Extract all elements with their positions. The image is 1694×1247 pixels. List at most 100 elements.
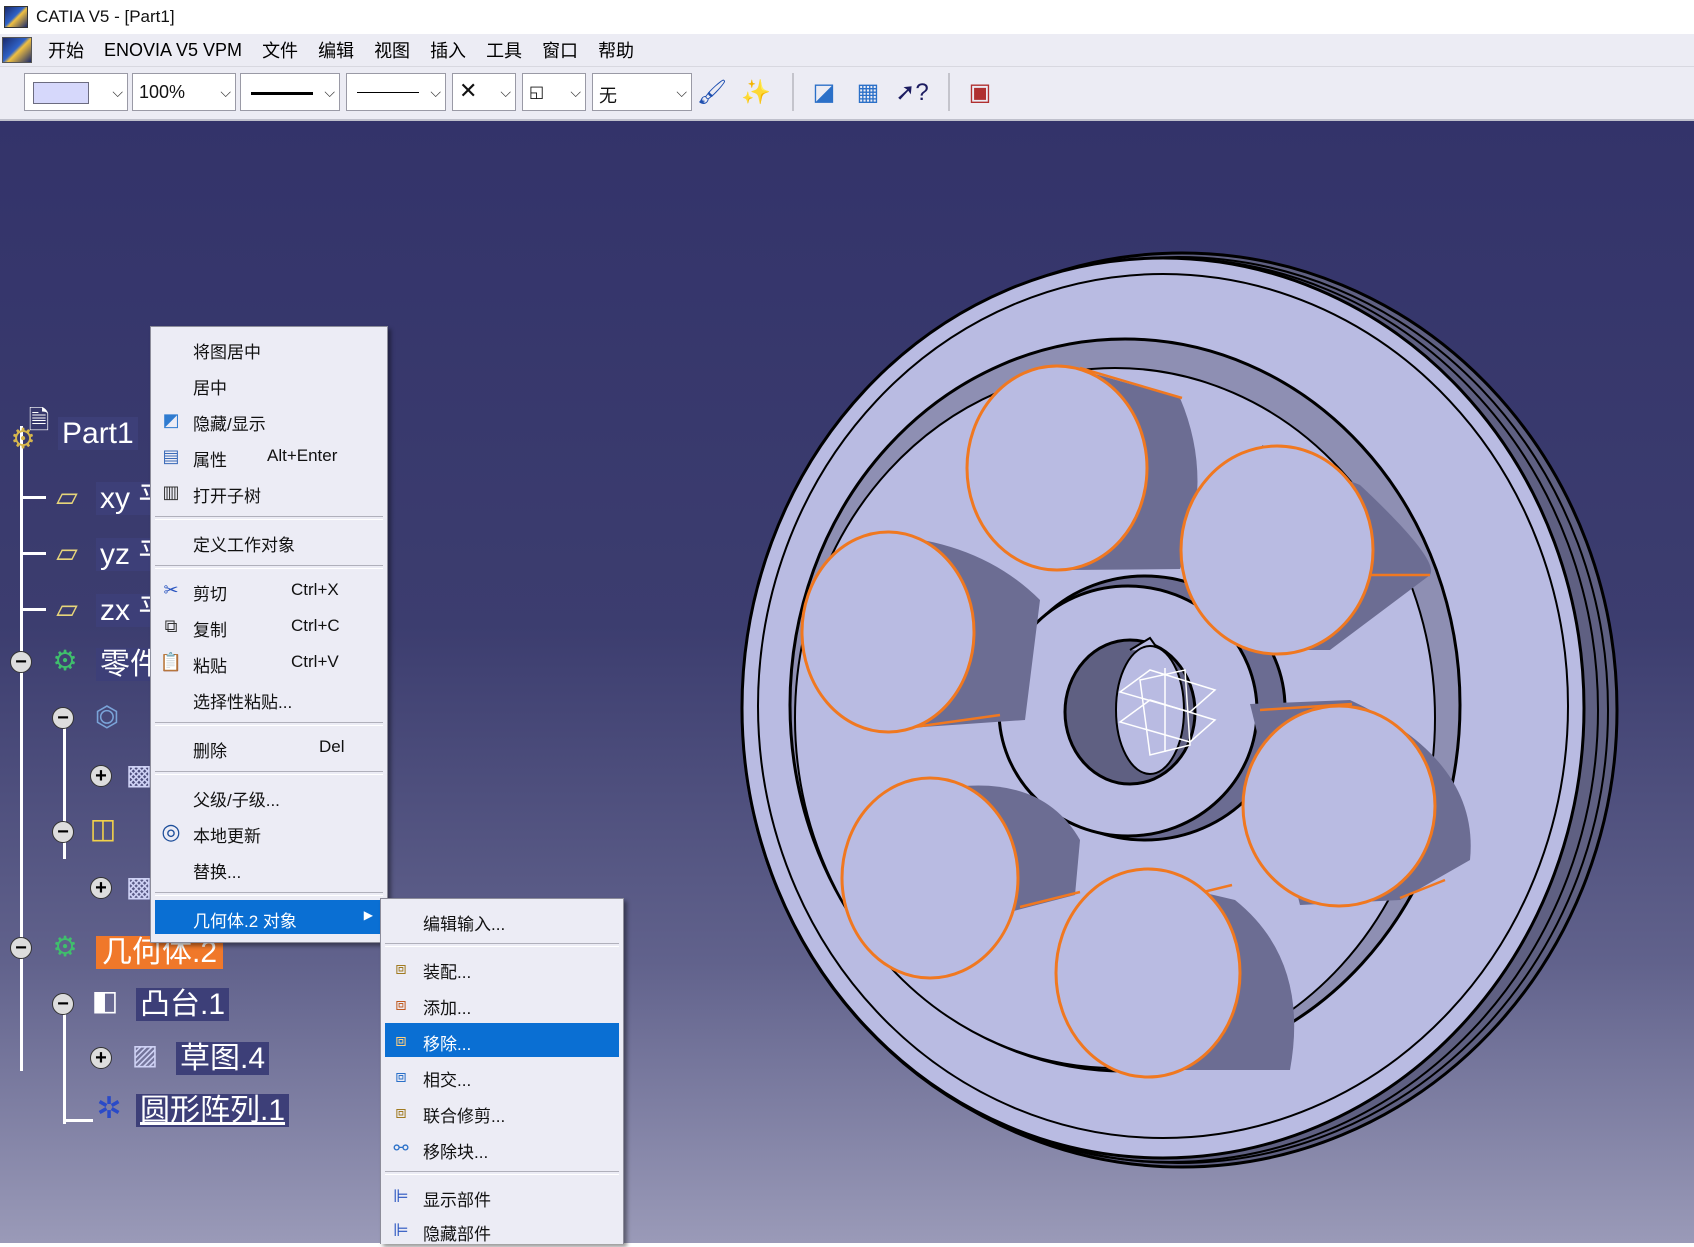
menu-item-properties[interactable]: ▤ 属性 Alt+Enter: [155, 439, 383, 473]
submenu-item-add[interactable]: ⧈ 添加...: [385, 987, 619, 1021]
magic-wand-icon[interactable]: ✨: [738, 75, 774, 109]
plane-icon: ▱: [56, 592, 78, 624]
point-symbol-icon: ✕: [459, 78, 478, 103]
tree-root-part1[interactable]: Part1: [58, 417, 138, 451]
tree-circular-pattern[interactable]: 圆形阵列.1: [136, 1085, 290, 1129]
hide-show-icon: ◩: [162, 410, 180, 430]
menu-item-paste-special[interactable]: 选择性粘贴...: [155, 681, 383, 715]
chevron-down-icon: ⌵: [324, 84, 335, 100]
context-menu: 将图居中 居中 ◩ 隐藏/显示 ▤ 属性 Alt+Enter ▥ 打开子树 定义工作对象…: [150, 326, 388, 943]
painter-icon[interactable]: 🖌: [694, 75, 730, 109]
catia-app-icon: [4, 6, 28, 28]
line-type-combo[interactable]: ⌵: [346, 73, 446, 111]
menu-view[interactable]: 视图: [366, 37, 422, 63]
transparency-combo[interactable]: 100% ⌵: [132, 73, 236, 111]
menu-start[interactable]: 开始: [40, 37, 96, 63]
collapse-icon[interactable]: −: [52, 707, 74, 729]
submenu-item-remove[interactable]: ⧈ 移除...: [385, 1023, 619, 1057]
circular-pattern-icon: ✲: [96, 1091, 122, 1125]
chevron-down-icon: ⌵: [676, 84, 687, 100]
local-update-icon: ◎: [161, 819, 181, 844]
submenu-item-remove-lump[interactable]: ⚯ 移除块...: [385, 1131, 619, 1165]
menu-edit[interactable]: 编辑: [310, 37, 366, 63]
expand-icon[interactable]: +: [90, 877, 112, 899]
menu-item-copy[interactable]: ⧉ 复制 Ctrl+C: [155, 609, 383, 643]
menu-item-body2-object[interactable]: 几何体.2 对象 ▶: [155, 900, 383, 934]
collapse-icon[interactable]: −: [52, 993, 74, 1015]
menu-item-cut[interactable]: ✂ 剪切 Ctrl+X: [155, 573, 383, 607]
submenu-item-union-trim[interactable]: ⧈ 联合修剪...: [385, 1095, 619, 1129]
layer-value: 无: [599, 86, 617, 106]
menu-insert[interactable]: 插入: [422, 37, 478, 63]
menu-file[interactable]: 文件: [254, 37, 310, 63]
chevron-down-icon: ⌵: [570, 84, 581, 100]
submenu-item-intersect[interactable]: ⧈ 相交...: [385, 1059, 619, 1093]
line-thickness-combo[interactable]: ⌵: [240, 73, 340, 111]
scissors-icon: ✂: [163, 580, 179, 600]
union-trim-icon: ⧈: [395, 1102, 407, 1122]
menu-help[interactable]: 帮助: [590, 37, 646, 63]
cylinder-1[interactable]: [965, 364, 1198, 572]
menu-item-local-update[interactable]: ◎ 本地更新: [155, 815, 383, 849]
document-icon[interactable]: [2, 37, 32, 63]
hide-components-icon: ⊫: [393, 1220, 409, 1240]
menu-separator: [385, 943, 619, 947]
collapse-icon[interactable]: −: [52, 821, 74, 843]
graphic-properties-toolbar: ⌵ 100% ⌵ ⌵ ⌵ ✕ ⌵ ◱ ⌵ 无 ⌵ 🖌 ✨ ◪ ▦ ➚? ▣: [0, 67, 1694, 121]
hide-show-space-icon[interactable]: ◪: [806, 75, 842, 109]
fill-color-combo[interactable]: ⌵: [24, 73, 128, 111]
layer-combo[interactable]: 无 ⌵: [592, 73, 692, 111]
menu-tools[interactable]: 工具: [478, 37, 534, 63]
properties-icon: ▤: [162, 446, 180, 466]
plane-icon: ▱: [56, 480, 78, 512]
menu-item-paste[interactable]: 📋 粘贴 Ctrl+V: [155, 645, 383, 679]
submenu-item-edit-inputs[interactable]: 编辑输入...: [385, 903, 619, 937]
tree-sketch[interactable]: 草图.4: [176, 1033, 270, 1077]
copy-icon: ⧉: [164, 616, 178, 636]
catalog-browser-icon[interactable]: ▣: [962, 75, 998, 109]
add-icon: ⧈: [395, 994, 407, 1014]
open-subtree-icon: ▥: [162, 482, 180, 502]
pocket-feature-icon: ◫: [89, 812, 117, 844]
title-bar: CATIA V5 - [Part1]: [0, 0, 1694, 34]
chevron-down-icon: ⌵: [112, 84, 123, 100]
assemble-icon: ⧈: [395, 958, 407, 978]
chevron-down-icon: ⌵: [500, 84, 511, 100]
menu-item-parents-children[interactable]: 父级/子级...: [155, 779, 383, 813]
menu-window[interactable]: 窗口: [534, 37, 590, 63]
menu-separator: [155, 516, 383, 520]
submenu-item-assemble[interactable]: ⧈ 装配...: [385, 951, 619, 985]
expand-icon[interactable]: +: [90, 1047, 112, 1069]
expand-icon[interactable]: +: [90, 765, 112, 787]
collapse-icon[interactable]: −: [10, 651, 32, 673]
rendering-style-icon: ◱: [529, 84, 545, 101]
view-layout-icon[interactable]: ▦: [850, 75, 886, 109]
line-thickness-sample: [251, 92, 313, 95]
tree-pad[interactable]: 凸台.1: [136, 979, 230, 1023]
submenu-item-show-components[interactable]: ⊫ 显示部件: [385, 1179, 619, 1213]
menu-item-reframe-on[interactable]: 将图居中: [155, 331, 383, 365]
menu-item-replace[interactable]: 替换...: [155, 851, 383, 885]
menu-bar: 开始 ENOVIA V5 VPM 文件 编辑 视图 插入 工具 窗口 帮助: [0, 34, 1694, 67]
show-components-icon: ⊫: [393, 1186, 409, 1206]
pad-feature-icon: ◧: [91, 984, 119, 1016]
menu-item-hide-show[interactable]: ◩ 隐藏/显示: [155, 403, 383, 437]
toolbar-separator: [948, 73, 950, 111]
point-symbol-combo[interactable]: ✕ ⌵: [452, 73, 516, 111]
menu-separator: [155, 892, 383, 896]
sketch-icon: ▨: [131, 1038, 159, 1070]
paste-icon: 📋: [159, 652, 183, 672]
menu-item-delete[interactable]: 删除 Del: [155, 730, 383, 764]
whats-this-icon[interactable]: ➚?: [894, 75, 930, 109]
menu-item-define-in-work[interactable]: 定义工作对象: [155, 524, 383, 558]
submenu-item-hide-components[interactable]: ⊫ 隐藏部件: [385, 1213, 619, 1247]
rendering-style-combo[interactable]: ◱ ⌵: [522, 73, 586, 111]
menu-item-open-subtree[interactable]: ▥ 打开子树: [155, 475, 383, 509]
body-gear-icon: ⚙: [52, 930, 78, 962]
intersect-icon: ⧈: [395, 1066, 407, 1086]
menu-item-center[interactable]: 居中: [155, 367, 383, 401]
chevron-down-icon: ⌵: [430, 84, 441, 100]
collapse-icon[interactable]: −: [10, 937, 32, 959]
menu-enovia[interactable]: ENOVIA V5 VPM: [96, 40, 254, 61]
remove-icon: ⧈: [395, 1030, 407, 1050]
